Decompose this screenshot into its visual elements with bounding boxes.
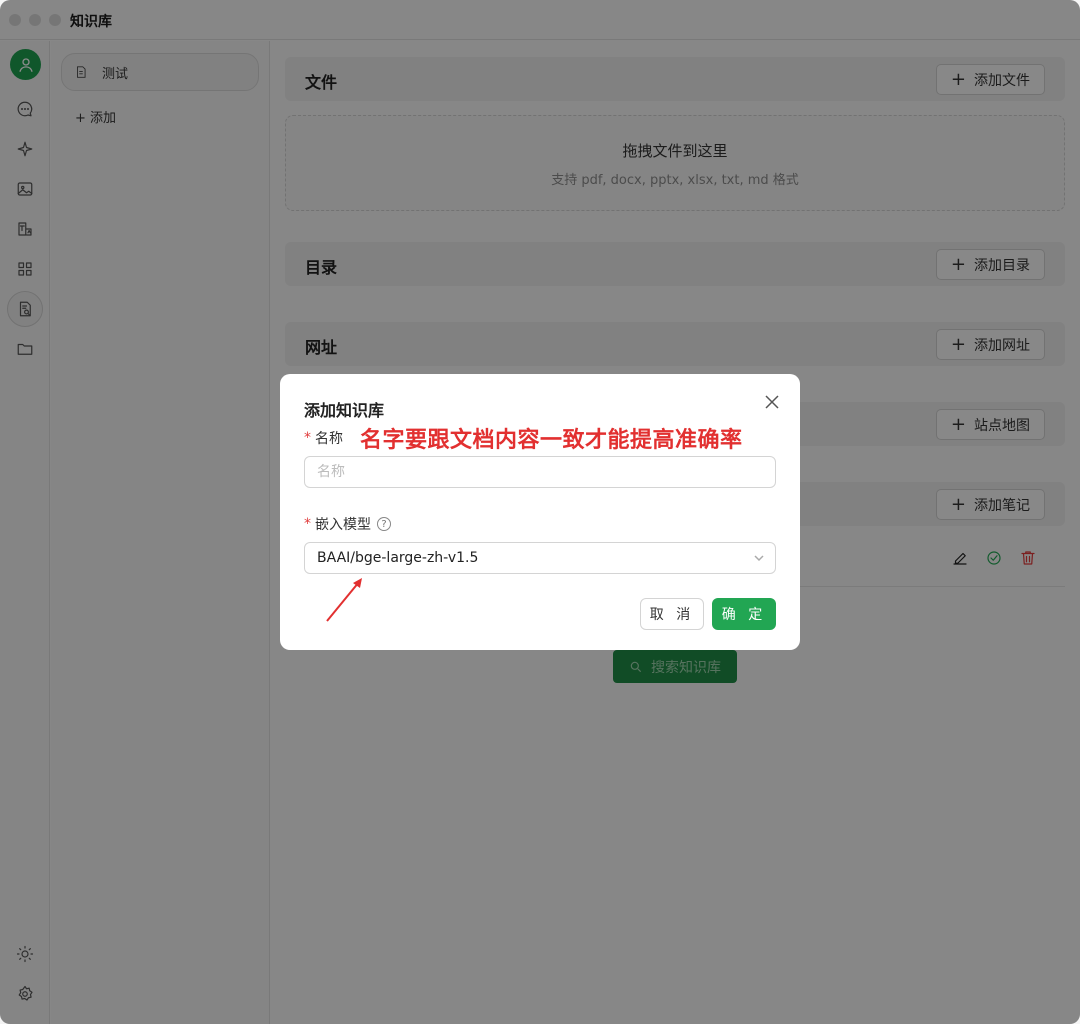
dialog-title: 添加知识库 <box>304 401 385 420</box>
required-mark: * <box>304 516 311 532</box>
help-icon[interactable]: ? <box>377 517 391 531</box>
annotation-text: 名字要跟文档内容一致才能提高准确率 <box>360 428 743 453</box>
required-mark: * <box>304 430 311 446</box>
name-input[interactable] <box>304 456 776 488</box>
chevron-down-icon <box>753 552 765 564</box>
cancel-button[interactable]: 取 消 <box>640 598 704 630</box>
close-icon[interactable] <box>762 392 782 412</box>
confirm-button[interactable]: 确 定 <box>712 598 776 630</box>
model-value: BAAI/bge-large-zh-v1.5 <box>317 550 479 566</box>
add-knowledge-dialog: 添加知识库 * 名称 名字要跟文档内容一致才能提高准确率 * 嵌入模型 ? BA… <box>280 374 800 650</box>
annotation-arrow-icon <box>326 578 362 622</box>
name-label: * 名称 <box>304 430 343 447</box>
embedding-model-select[interactable]: BAAI/bge-large-zh-v1.5 <box>304 542 776 574</box>
model-label: * 嵌入模型 ? <box>304 514 391 534</box>
